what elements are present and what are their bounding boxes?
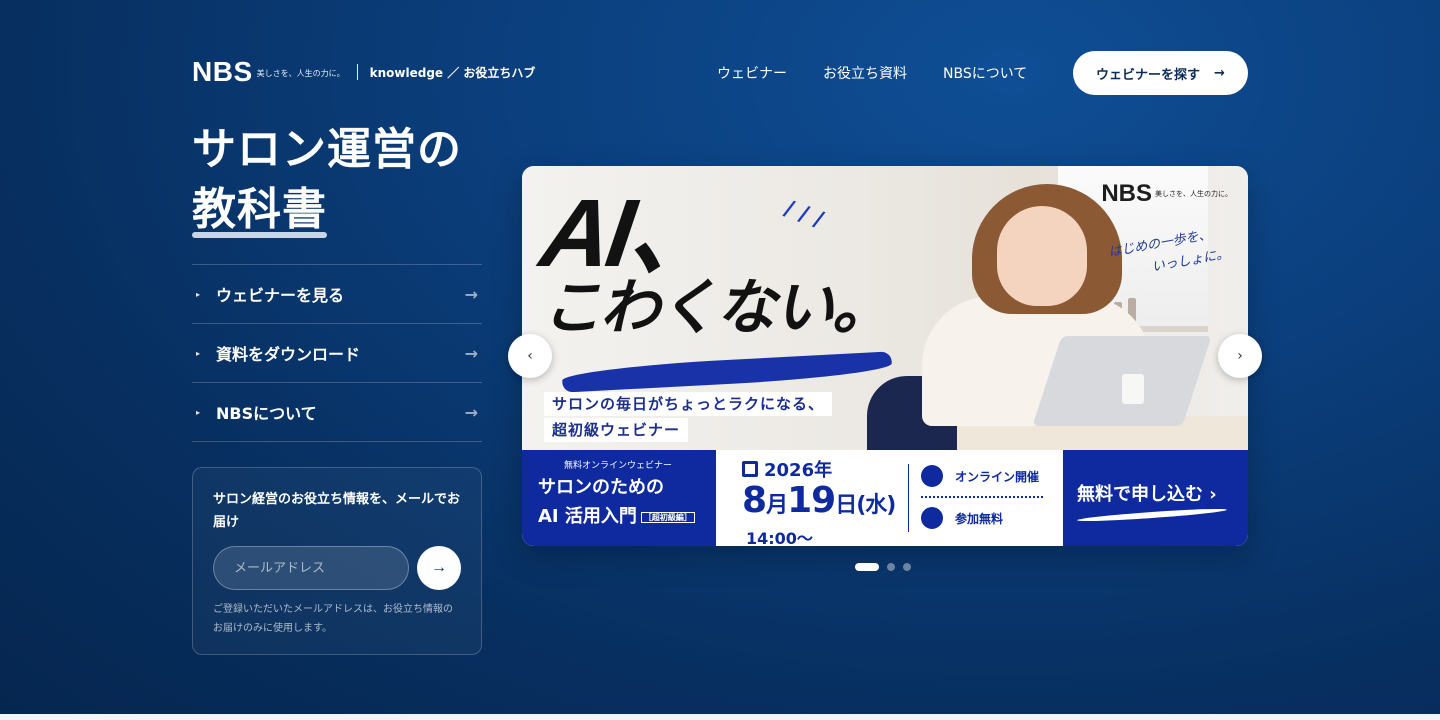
hero-menu: ▸ ウェビナーを見る → ▸ 資料をダウンロード → ▸ NBSについて → [192, 264, 482, 442]
event-date: 2026年 8月19日(水) 14:00〜 [742, 456, 896, 546]
menu-item-about[interactable]: ▸ NBSについて → [192, 383, 482, 442]
email-field[interactable] [213, 546, 409, 590]
band-divider [908, 464, 909, 532]
page-bottom-strip [0, 714, 1440, 720]
find-webinar-label: ウェビナーを探す [1096, 67, 1201, 83]
logo-mark: NBS [192, 56, 253, 87]
hero-title-line1: サロン運営の [192, 124, 462, 175]
mug [1122, 374, 1144, 404]
person-face [997, 206, 1087, 306]
event-month-unit: 月 [766, 493, 788, 518]
menu-item-label: ウェビナーを見る [216, 286, 345, 305]
hero-title: サロン運営の 教科書 [192, 120, 462, 240]
menu-item-label: NBSについて [216, 404, 317, 423]
dotted-divider [921, 496, 1043, 498]
banner-info-band: 無料オンラインウェビナー サロンのための AI 活用入門 ［超初級編］ 2026年… [522, 450, 1248, 546]
triangle-icon: ▸ [196, 407, 201, 417]
carousel-dot-1[interactable] [855, 563, 879, 571]
logo-divider [356, 64, 358, 80]
newsletter-card: サロン経営のお役立ち情報を、メールでお届け → ご登録いただいたメールアドレスは… [192, 467, 482, 655]
arrow-right-icon: → [1214, 65, 1225, 81]
event-details: オンライン開催 参加無料 [921, 462, 1043, 532]
logo-tagline: 美しさを、人生の力に。 [256, 68, 345, 78]
nav-resources[interactable]: お役立ち資料 [823, 63, 907, 83]
event-day: 19 [787, 480, 836, 521]
site-logo[interactable]: NBS 美しさを、人生の力に。 knowledge ／ お役立ちハブ [192, 58, 535, 86]
newsletter-submit-button[interactable]: → [417, 546, 461, 590]
nav-about[interactable]: NBSについて [943, 63, 1027, 83]
event-month-day: 8月19日(水) [742, 480, 896, 525]
band-title-2-wrap: AI 活用入門 ［超初級編］ [538, 504, 716, 530]
banner-headline: AI、 こわくない。 [535, 180, 892, 343]
event-weekday: (水) [856, 493, 896, 518]
arrow-right-icon: → [464, 402, 478, 422]
hero-title-line2: 教科書 [192, 184, 327, 235]
band-title-2: AI 活用入門 [538, 506, 637, 527]
nav-webinar[interactable]: ウェビナー [717, 63, 787, 83]
tag-icon [921, 507, 943, 529]
headline-line1: AI、 [534, 180, 730, 287]
menu-item-download[interactable]: ▸ 資料をダウンロード → [192, 324, 482, 383]
find-webinar-button[interactable]: ウェビナーを探す → [1073, 51, 1248, 95]
triangle-icon: ▸ [196, 348, 201, 358]
banner-brand-tagline: 美しさを、人生の力に。 [1155, 190, 1232, 198]
hero-title-line2-wrap: 教科書 [192, 180, 327, 240]
calendar-icon [742, 461, 758, 477]
banner-brand: NBS 美しさを、人生の力に。 [1101, 180, 1232, 208]
band-webinar-title: 無料オンラインウェビナー サロンのための AI 活用入門 ［超初級編］ [522, 450, 716, 546]
newsletter-form: → [213, 546, 461, 590]
laptop-icon [921, 465, 943, 487]
carousel-dot-2[interactable] [887, 563, 895, 571]
banner-subtitle-2: 超初級ウェビナー [544, 418, 689, 442]
triangle-icon: ▸ [196, 289, 201, 299]
headline-line2: こわくない。 [542, 273, 892, 343]
carousel-next-button[interactable]: › [1218, 334, 1262, 378]
newsletter-note: ご登録いただいたメールアドレスは、お役立ち情報のお届けのみに使用します。 [213, 604, 453, 634]
banner-subtitle-1: サロンの毎日がちょっとラクになる、 [544, 392, 833, 416]
swoosh-decoration [1076, 506, 1228, 524]
newsletter-title: サロン経営のお役立ち情報を、メールでお届け [213, 492, 461, 530]
apply-button[interactable]: 無料で申し込む › [1063, 450, 1248, 546]
band-title-1: サロンのための [538, 477, 664, 498]
event-format: オンライン開催 [955, 469, 1040, 484]
band-level-tag: ［超初級編］ [640, 511, 695, 523]
carousel-prev-button[interactable]: ‹ [508, 334, 552, 378]
event-day-unit: 日 [835, 493, 857, 518]
band-date-panel: 2026年 8月19日(水) 14:00〜 オンライン開催 参加無料 [716, 450, 1063, 546]
apply-label: 無料で申し込む › [1077, 484, 1217, 505]
banner-brand-mark: NBS [1101, 180, 1152, 207]
band-small-label: 無料オンラインウェビナー [563, 461, 672, 471]
carousel-pagination [855, 563, 911, 571]
arrow-right-icon: → [464, 343, 478, 363]
event-month: 8 [742, 480, 767, 521]
main-nav: ウェビナー お役立ち資料 NBSについて [717, 63, 1027, 83]
event-time: 14:00〜 [746, 529, 813, 546]
hub-label: knowledge ／ お役立ちハブ [369, 65, 536, 80]
event-year: 2026年 [764, 460, 833, 481]
carousel-dot-3[interactable] [903, 563, 911, 571]
arrow-right-icon: → [464, 284, 478, 304]
menu-item-webinar[interactable]: ▸ ウェビナーを見る → [192, 265, 482, 324]
event-fee: 参加無料 [955, 511, 1004, 526]
menu-item-label: 資料をダウンロード [216, 345, 361, 364]
webinar-banner[interactable]: NBS 美しさを、人生の力に。 / / / AI、 こわくない。 はじめの一歩を… [522, 166, 1248, 546]
